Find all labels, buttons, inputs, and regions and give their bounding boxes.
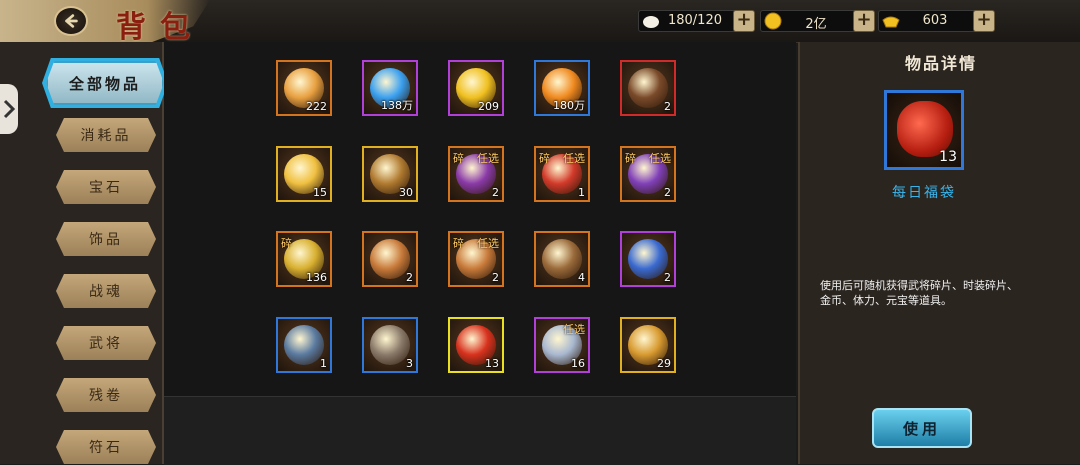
- detail-heading: 物品详情: [904, 54, 977, 73]
- category-scrolls[interactable]: 残卷: [56, 378, 156, 412]
- item-slot[interactable]: 4: [534, 231, 590, 287]
- item-count: 30: [399, 186, 413, 199]
- item-slot[interactable]: 180万: [534, 60, 590, 116]
- chevron-right-icon: [3, 99, 16, 119]
- item-count: 136: [306, 271, 327, 284]
- item-slot[interactable]: 3: [362, 317, 418, 373]
- item-count: 3: [406, 357, 413, 370]
- stamina-resource: 180/120 +: [638, 10, 755, 32]
- item-count: 1: [320, 357, 327, 370]
- gold-resource: 2亿 +: [760, 10, 875, 32]
- fragment-tag: 碎: [539, 152, 550, 165]
- item-count: 13: [485, 357, 499, 370]
- item-slot[interactable]: 碎 136: [276, 231, 332, 287]
- item-slot[interactable]: 1: [276, 317, 332, 373]
- item-slot[interactable]: 2: [362, 231, 418, 287]
- detail-item-slot: 13: [884, 90, 964, 170]
- add-gold-button[interactable]: +: [853, 10, 875, 32]
- stamina-value: 180/120: [667, 13, 722, 28]
- expand-tab[interactable]: [0, 84, 18, 134]
- item-count: 2: [664, 100, 671, 113]
- selectable-tag: 任选: [563, 152, 585, 165]
- selectable-tag: 任选: [477, 237, 499, 250]
- item-slot[interactable]: 2: [620, 231, 676, 287]
- page-title: 背包: [116, 10, 204, 45]
- fragment-tag: 碎: [453, 152, 464, 165]
- category-accessories[interactable]: 饰品: [56, 222, 156, 256]
- item-icon: [370, 239, 410, 279]
- item-slot[interactable]: 222: [276, 60, 332, 116]
- gold-value: 2亿: [805, 17, 827, 32]
- add-stamina-button[interactable]: +: [733, 10, 755, 32]
- selectable-tag: 任选: [563, 323, 585, 336]
- gold-coin-icon: [764, 12, 782, 30]
- item-slot[interactable]: 碎任选 1: [534, 146, 590, 202]
- detail-item-name: 每日福袋: [892, 185, 956, 201]
- item-slot[interactable]: 15: [276, 146, 332, 202]
- item-slot[interactable]: 138万: [362, 60, 418, 116]
- back-arrow-icon: [65, 14, 78, 28]
- category-war-souls[interactable]: 战魂: [56, 274, 156, 308]
- selectable-tag: 任选: [477, 152, 499, 165]
- rice-bowl-icon: [643, 16, 659, 28]
- item-slot[interactable]: 2: [620, 60, 676, 116]
- item-slot[interactable]: 29: [620, 317, 676, 373]
- item-count: 15: [313, 186, 327, 199]
- detail-item-count: 13: [939, 149, 957, 165]
- item-slot[interactable]: 209: [448, 60, 504, 116]
- item-count: 2: [492, 186, 499, 199]
- item-count: 4: [578, 271, 585, 284]
- fragment-tag: 碎: [281, 237, 292, 250]
- category-gems[interactable]: 宝石: [56, 170, 156, 204]
- item-icon: [628, 239, 668, 279]
- category-generals[interactable]: 武将: [56, 326, 156, 360]
- item-count: 180万: [553, 99, 585, 112]
- item-count: 2: [492, 271, 499, 284]
- category-all[interactable]: 全部物品: [46, 61, 164, 105]
- ingot-resource: 603 +: [878, 10, 995, 32]
- item-slot[interactable]: 30: [362, 146, 418, 202]
- item-slot[interactable]: 碎任选 2: [620, 146, 676, 202]
- selectable-tag: 任选: [649, 152, 671, 165]
- item-count: 2: [664, 271, 671, 284]
- gold-ingot-icon: [882, 16, 900, 28]
- item-count: 138万: [381, 99, 413, 112]
- item-count: 2: [664, 186, 671, 199]
- item-count: 222: [306, 100, 327, 113]
- use-button[interactable]: 使用: [872, 408, 972, 448]
- ingot-value: 603: [922, 13, 948, 28]
- add-ingot-button[interactable]: +: [973, 10, 995, 32]
- detail-item-description: 使用后可随机获得武将碎片、时装碎片、金币、体力、元宝等道具。: [820, 279, 1018, 307]
- item-count: 2: [406, 271, 413, 284]
- item-slot[interactable]: 13: [448, 317, 504, 373]
- grid-footer: [164, 396, 796, 465]
- item-count: 1: [578, 186, 585, 199]
- fragment-tag: 碎: [453, 237, 464, 250]
- item-icon: [542, 239, 582, 279]
- fragment-tag: 碎: [625, 152, 636, 165]
- item-icon: [284, 325, 324, 365]
- item-icon: [370, 325, 410, 365]
- item-count: 16: [571, 357, 585, 370]
- item-count: 29: [657, 357, 671, 370]
- category-consumables[interactable]: 消耗品: [56, 118, 156, 152]
- item-slot[interactable]: 任选 16: [534, 317, 590, 373]
- item-detail-panel: 物品详情 13 每日福袋 使用后可随机获得武将碎片、时装碎片、金币、体力、元宝等…: [798, 42, 1080, 464]
- item-slot[interactable]: 碎任选 2: [448, 146, 504, 202]
- item-icon: [628, 68, 668, 108]
- category-rune-stones[interactable]: 符石: [56, 430, 156, 464]
- item-count: 209: [478, 100, 499, 113]
- back-button[interactable]: [54, 6, 88, 36]
- item-slot[interactable]: 碎任选 2: [448, 231, 504, 287]
